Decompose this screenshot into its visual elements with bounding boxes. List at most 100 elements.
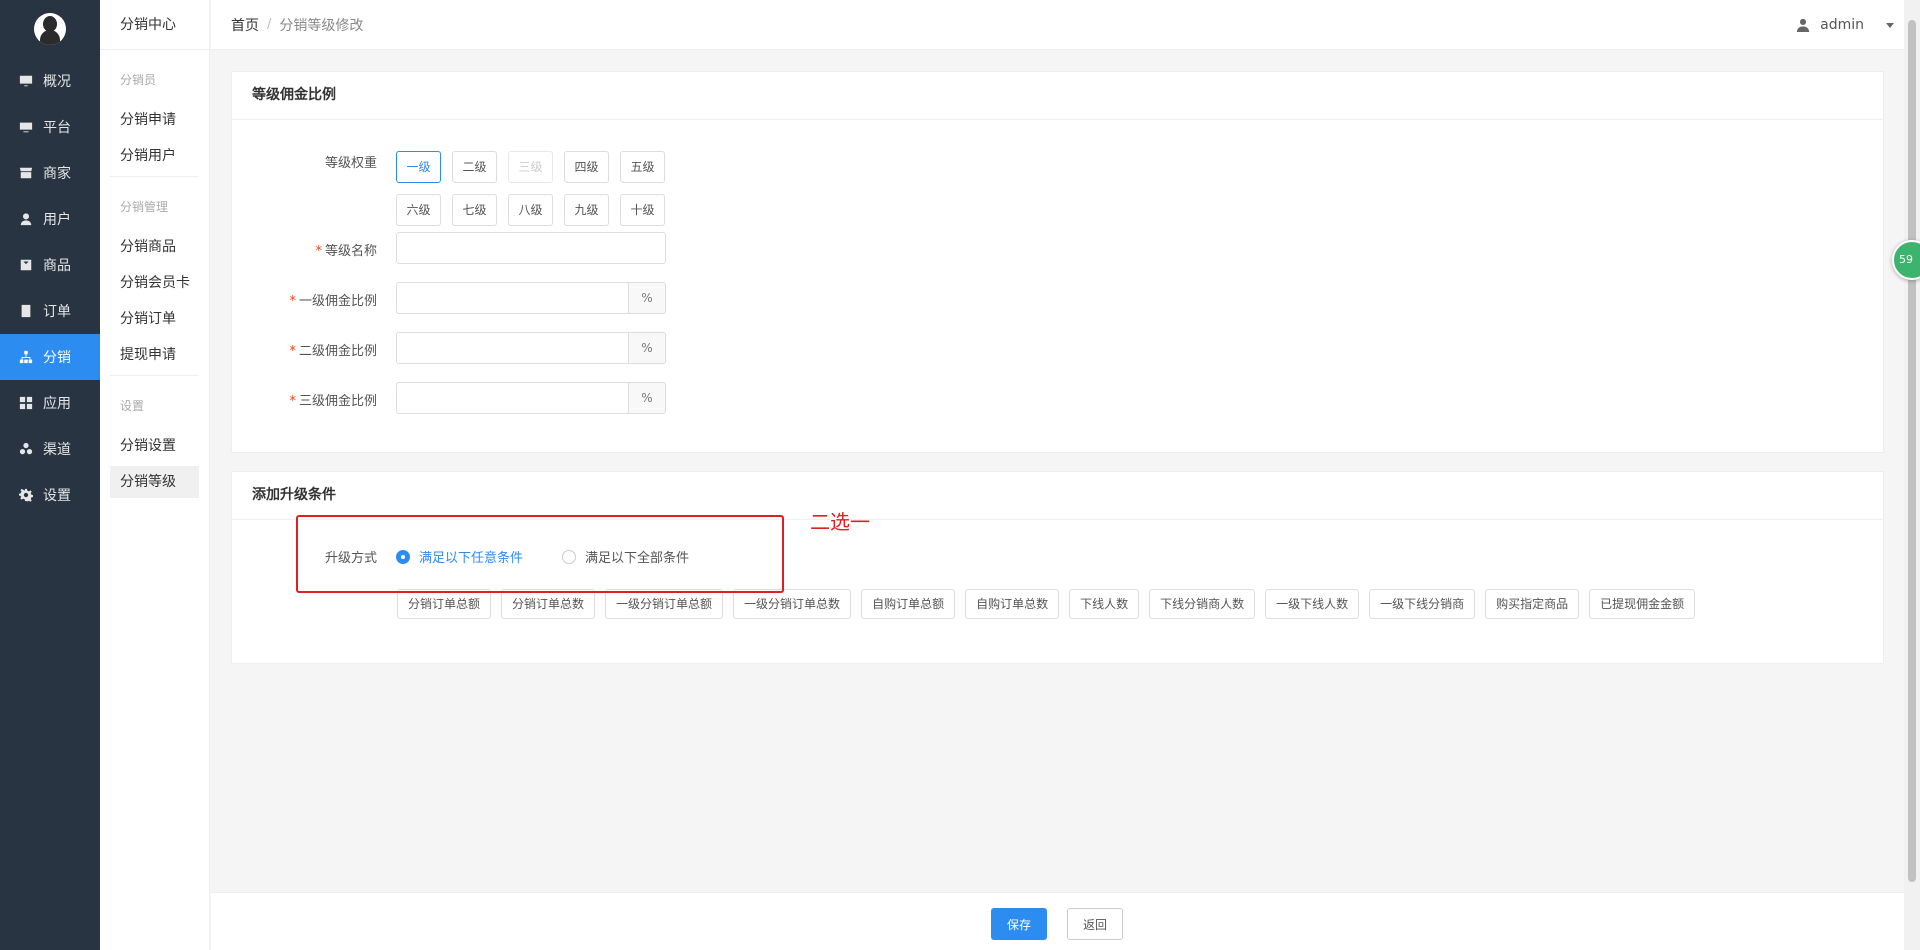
level-button[interactable]: 六级 [396, 194, 441, 226]
annotation-note: 二选一 [810, 510, 870, 534]
condition-button[interactable]: 已提现佣金金额 [1589, 589, 1696, 619]
submenu-group-heading: 分销管理 [120, 200, 169, 214]
nav-item[interactable]: 订单 [0, 288, 100, 334]
level-button[interactable]: 十级 [620, 194, 665, 226]
level-name-label-text: 等级名称 [324, 244, 377, 259]
nav-item[interactable]: 商品 [0, 242, 100, 288]
condition-button[interactable]: 一级下线分销商 [1369, 589, 1476, 619]
condition-buttons: 分销订单总额 分销订单总数 一级分销订单总额 一级分销订单总数 自购订单总额 自购订单总数… [397, 589, 1705, 619]
percent-addon: % [629, 282, 666, 314]
submenu-group-heading: 设置 [120, 399, 145, 413]
nav-item-label: 订单 [43, 304, 71, 320]
back-button[interactable]: 返回 [1067, 908, 1123, 940]
submenu-item-orders[interactable]: 分销订单 [110, 303, 199, 335]
logo [0, 0, 100, 58]
submenu-item-users[interactable]: 分销用户 [110, 140, 199, 172]
level-button[interactable]: 五级 [620, 151, 665, 183]
condition-button[interactable]: 购买指定商品 [1485, 589, 1580, 619]
nav-item[interactable]: 概况 [0, 58, 100, 104]
required-mark: * [289, 394, 296, 409]
weight-label: 等级权重 [324, 156, 377, 171]
condition-button[interactable]: 自购订单总数 [965, 589, 1060, 619]
user-icon [18, 211, 34, 227]
rate3-input-group: % [396, 382, 666, 414]
condition-button[interactable]: 一级分销订单总额 [605, 589, 724, 619]
sub-menu: 分销中心 分销员 分销申请 分销用户 分销管理 分销商品 分销会员卡 分销订单 … [100, 0, 210, 950]
percent-addon: % [629, 332, 666, 364]
rate1-input[interactable] [396, 282, 629, 314]
nav-item[interactable]: 应用 [0, 380, 100, 426]
submenu-item-settings[interactable]: 分销设置 [110, 430, 199, 462]
level-button[interactable]: 一级 [396, 151, 441, 183]
store-icon [18, 165, 34, 181]
submenu-item-goods[interactable]: 分销商品 [110, 231, 199, 263]
condition-button[interactable]: 分销订单总额 [397, 589, 492, 619]
percent-addon: % [629, 382, 666, 414]
level-button[interactable]: 八级 [508, 194, 553, 226]
nav-item[interactable]: 平台 [0, 104, 100, 150]
top-bar: 首页 / 分销等级修改 admin [211, 0, 1904, 50]
rate3-input[interactable] [396, 382, 629, 414]
user-icon [1797, 18, 1810, 32]
condition-button[interactable]: 分销订单总数 [501, 589, 596, 619]
submenu-item-member-card[interactable]: 分销会员卡 [110, 267, 199, 299]
nav-item[interactable]: 用户 [0, 196, 100, 242]
condition-button[interactable]: 一级分销订单总数 [733, 589, 852, 619]
nav-item-label: 应用 [43, 396, 71, 412]
rate1-label: * 一级佣金比例 [232, 290, 377, 309]
condition-button[interactable]: 下线人数 [1069, 589, 1140, 619]
card-title: 等级佣金比例 [232, 72, 1883, 120]
submenu-item-withdraw[interactable]: 提现申请 [110, 339, 199, 371]
scrollbar-thumb[interactable] [1908, 20, 1916, 882]
divider [110, 375, 199, 376]
annotation-box [296, 515, 784, 593]
condition-button[interactable]: 下线分销商人数 [1149, 589, 1256, 619]
nav-item-label: 渠道 [43, 442, 71, 458]
level-name-input[interactable] [396, 232, 666, 264]
user-name: admin [1820, 17, 1864, 33]
rate2-input[interactable] [396, 332, 629, 364]
submenu-title: 分销中心 [100, 0, 209, 50]
rate1-input-group: % [396, 282, 666, 314]
level-button[interactable]: 三级 [508, 151, 553, 183]
breadcrumb-home[interactable]: 首页 [231, 15, 259, 35]
rate2-input-group: % [396, 332, 666, 364]
breadcrumb-current: 分销等级修改 [279, 17, 364, 34]
level-button[interactable]: 二级 [452, 151, 497, 183]
monitor-icon [18, 73, 34, 89]
required-mark: * [289, 294, 296, 309]
rate3-label: * 三级佣金比例 [232, 390, 377, 409]
distribution-icon [18, 349, 34, 365]
nav-item[interactable]: 分销 [0, 334, 100, 380]
nav-item-label: 分销 [43, 350, 71, 366]
submenu-item-apply[interactable]: 分销申请 [110, 104, 199, 136]
rate2-label: * 二级佣金比例 [232, 340, 377, 359]
save-button[interactable]: 保存 [991, 908, 1047, 940]
nav-item[interactable]: 设置 [0, 472, 100, 518]
vertical-scrollbar[interactable] [1904, 0, 1920, 950]
nav-item-label: 商家 [43, 166, 71, 182]
channel-icon [18, 441, 34, 457]
main-nav: 概况平台商家用户商品订单分销应用渠道设置 [0, 0, 100, 950]
level-button[interactable]: 四级 [564, 151, 609, 183]
condition-button[interactable]: 自购订单总额 [861, 589, 956, 619]
user-menu[interactable]: admin [1796, 0, 1894, 50]
nav-item-label: 概况 [43, 74, 71, 90]
required-mark: * [315, 244, 322, 259]
order-icon [18, 303, 34, 319]
rate3-label-text: 三级佣金比例 [298, 394, 377, 409]
nav-item[interactable]: 商家 [0, 150, 100, 196]
nav-item[interactable]: 渠道 [0, 426, 100, 472]
avatar[interactable] [34, 13, 66, 45]
divider [110, 176, 199, 177]
condition-button[interactable]: 一级下线人数 [1265, 589, 1360, 619]
card-title: 添加升级条件 [232, 472, 1883, 520]
rate2-label-text: 二级佣金比例 [298, 344, 377, 359]
submenu-item-levels[interactable]: 分销等级 [110, 466, 199, 498]
required-mark: * [289, 344, 296, 359]
nav-item-label: 商品 [43, 258, 71, 274]
gear-icon [18, 487, 34, 503]
level-button[interactable]: 七级 [452, 194, 497, 226]
level-button[interactable]: 九级 [564, 194, 609, 226]
nav-item-label: 用户 [43, 212, 71, 228]
